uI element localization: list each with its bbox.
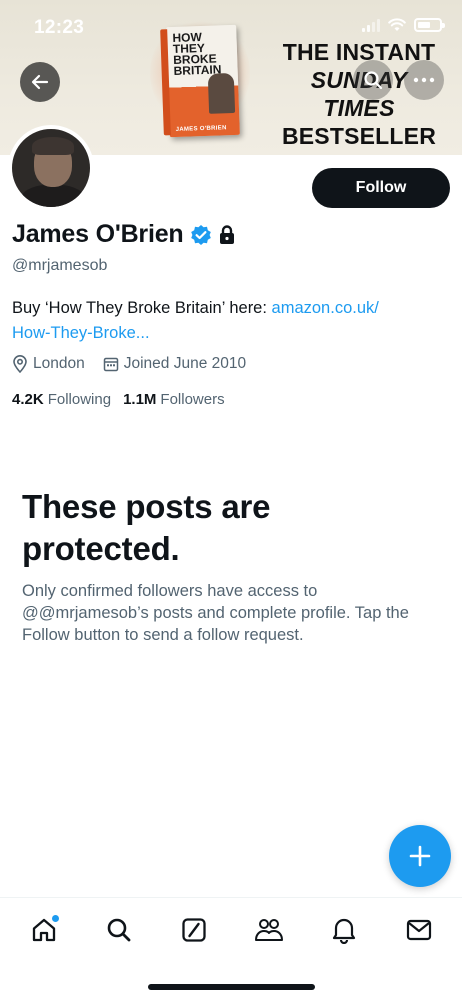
followers-count[interactable]: 1.1M Followers: [123, 391, 225, 408]
location-item: London: [12, 355, 85, 373]
bottom-navigation: [0, 897, 462, 962]
following-label: Following: [47, 391, 112, 408]
bio-link[interactable]: amazon.co.uk/: [272, 299, 379, 317]
search-icon: [107, 918, 130, 942]
status-time: 12:23: [34, 17, 85, 38]
calendar-icon: [103, 357, 118, 372]
nav-messages[interactable]: [397, 908, 441, 952]
communities-icon: [254, 919, 283, 941]
promo-line: BESTSELLER: [281, 123, 437, 149]
bio-link-continued[interactable]: How-They-Broke...: [12, 324, 150, 342]
status-bar: 12:23: [0, 0, 462, 52]
nav-search[interactable]: [97, 908, 141, 952]
profile-meta: London Joined June 2010: [12, 355, 264, 373]
following-number: 4.2K: [12, 391, 44, 408]
joined-item: Joined June 2010: [103, 355, 246, 373]
avatar-body: [20, 185, 86, 207]
nav-home[interactable]: [22, 908, 66, 952]
lock-icon: [219, 224, 234, 244]
avatar-hair: [32, 137, 74, 155]
nav-grok[interactable]: [172, 908, 216, 952]
more-options-button[interactable]: [404, 60, 444, 100]
nav-notifications[interactable]: [322, 908, 366, 952]
location-text: London: [33, 355, 85, 372]
plus-icon: [409, 845, 431, 867]
status-icons: [362, 18, 445, 32]
battery-icon: [414, 18, 445, 32]
verified-badge-icon[interactable]: [190, 224, 212, 246]
wifi-icon: [388, 18, 406, 31]
book-author: JAMES O'BRIEN: [175, 125, 227, 133]
search-profile-button[interactable]: [353, 60, 393, 100]
avatar[interactable]: [8, 125, 94, 211]
compose-button[interactable]: [389, 825, 451, 887]
grok-icon: [181, 918, 206, 942]
notifications-icon: [332, 918, 355, 944]
protected-title: These posts are protected.: [22, 488, 271, 567]
notification-dot: [51, 915, 59, 922]
signal-icon: [362, 18, 380, 32]
protected-description: Only confirmed followers have access to …: [22, 582, 409, 644]
following-count[interactable]: 4.2K Following: [12, 391, 111, 408]
follow-button[interactable]: Follow: [312, 168, 450, 208]
home-indicator[interactable]: [148, 984, 315, 990]
joined-text: Joined June 2010: [123, 355, 247, 372]
search-icon: [364, 71, 383, 90]
followers-label: Followers: [160, 391, 225, 408]
nav-communities[interactable]: [247, 908, 291, 952]
profile-handle: @mrjamesob: [12, 257, 108, 274]
book-author-photo: [207, 72, 236, 114]
follow-counts: 4.2K Following 1.1M Followers: [12, 391, 237, 408]
bio-text: Buy ‘How They Broke Britain’ here:: [12, 299, 272, 317]
followers-number: 1.1M: [123, 391, 157, 408]
more-icon: [413, 77, 435, 83]
location-pin-icon: [13, 355, 27, 373]
display-name: James O'Brien: [12, 220, 184, 248]
back-button[interactable]: [20, 62, 60, 102]
profile-name-row: James O'Brien: [12, 220, 236, 249]
arrow-left-icon: [31, 74, 49, 90]
profile-bio: Buy ‘How They Broke Britain’ here: amazo…: [12, 296, 452, 346]
messages-icon: [406, 919, 431, 941]
